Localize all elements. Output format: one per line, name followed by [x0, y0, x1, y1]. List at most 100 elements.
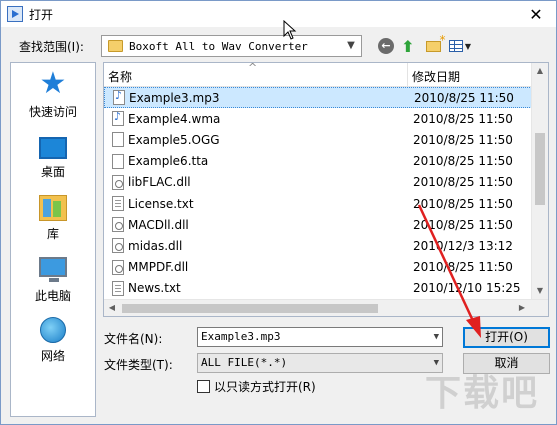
- file-date: 2010/8/25 11:50: [413, 111, 513, 126]
- back-button[interactable]: ←: [377, 37, 395, 55]
- network-icon: [40, 317, 66, 343]
- file-rows: Example3.mp3 2010/8/25 11:50 Example4.wma 2…: [104, 87, 532, 299]
- filename-input[interactable]: Example3.mp3 ▼: [197, 327, 443, 347]
- place-library[interactable]: 库: [11, 195, 95, 242]
- file-date: 2010/8/25 11:50: [413, 260, 513, 275]
- audio-file-icon: [113, 89, 125, 106]
- text-file-icon: [112, 280, 124, 296]
- file-name: License.txt: [128, 196, 194, 211]
- file-row[interactable]: libFLAC.dll 2010/8/25 11:50: [104, 172, 532, 193]
- column-header-date[interactable]: 修改日期: [412, 68, 460, 85]
- up-arrow-icon: ⬆: [401, 36, 415, 56]
- up-folder-button[interactable]: ⬆: [399, 36, 417, 56]
- place-label: 库: [46, 227, 59, 241]
- library-icon: [39, 195, 67, 221]
- file-row[interactable]: MACDll.dll 2010/8/25 11:50: [104, 214, 532, 235]
- dll-file-icon: [112, 174, 124, 190]
- place-desktop[interactable]: 桌面: [11, 133, 95, 180]
- place-this-pc[interactable]: 此电脑: [11, 253, 95, 304]
- place-label: 快速访问: [28, 105, 77, 119]
- column-separator[interactable]: [407, 63, 408, 87]
- filetype-label: 文件类型(T):: [104, 358, 173, 372]
- lookin-value: Boxoft All to Wav Converter: [129, 39, 308, 53]
- back-arrow-icon: ←: [378, 38, 394, 54]
- open-button[interactable]: 打开(O): [463, 327, 550, 348]
- file-row[interactable]: midas.dll 2010/12/3 13:12: [104, 235, 532, 256]
- vertical-scroll-thumb[interactable]: [535, 133, 545, 205]
- readonly-label: 以只读方式打开(R): [214, 380, 316, 394]
- filename-value: Example3.mp3: [201, 330, 281, 343]
- file-row[interactable]: News.txt 2010/12/10 15:25: [104, 278, 532, 299]
- dll-file-icon: [112, 217, 124, 233]
- horizontal-scroll-thumb[interactable]: [122, 304, 378, 313]
- file-row[interactable]: Example6.tta 2010/8/25 11:50: [104, 151, 532, 172]
- window-title: 打开: [29, 7, 54, 22]
- title-bar: 打开 ✕: [1, 1, 556, 27]
- places-bar: ★ 快速访问 桌面 库 此电脑 网络: [10, 62, 96, 417]
- vertical-scrollbar[interactable]: ▲ ▼: [531, 63, 548, 299]
- file-icon: [112, 132, 124, 148]
- lookin-label: 查找范围(I):: [19, 40, 84, 54]
- computer-icon: [39, 257, 67, 282]
- app-icon: [7, 6, 23, 22]
- new-folder-button[interactable]: [423, 33, 446, 55]
- scroll-left-icon[interactable]: ◀: [104, 300, 120, 316]
- chevron-down-icon[interactable]: ▼: [434, 328, 439, 346]
- filename-label: 文件名(N):: [104, 332, 163, 346]
- scroll-down-icon[interactable]: ▼: [532, 283, 548, 299]
- sort-ascending-icon: ^: [248, 62, 258, 74]
- file-date: 2010/8/25 11:50: [413, 217, 513, 232]
- place-quick-access[interactable]: ★ 快速访问: [11, 69, 95, 120]
- watermark: 下载吧: [425, 373, 540, 414]
- view-grid-icon: [448, 40, 463, 52]
- file-name: Example4.wma: [128, 111, 221, 126]
- chevron-down-icon[interactable]: ▼: [345, 40, 357, 52]
- file-name: News.txt: [128, 281, 181, 296]
- text-file-icon: [112, 196, 124, 212]
- file-row[interactable]: Example3.mp3 2010/8/25 11:50: [104, 87, 532, 109]
- filetype-select[interactable]: ALL FILE(*.*) ▼: [197, 353, 443, 373]
- close-button[interactable]: ✕: [516, 1, 556, 27]
- column-header-name[interactable]: 名称: [108, 68, 132, 85]
- lookin-combo[interactable]: Boxoft All to Wav Converter ▼: [101, 35, 362, 57]
- file-name: libFLAC.dll: [128, 175, 191, 190]
- file-date: 2010/8/25 11:50: [413, 132, 513, 147]
- file-date: 2010/12/3 13:12: [413, 238, 513, 253]
- file-name: MACDll.dll: [128, 217, 189, 232]
- file-date: 2010/8/25 11:50: [413, 175, 513, 190]
- file-date: 2010/8/25 11:50: [413, 196, 513, 211]
- file-list: ^ 名称 修改日期 Example3.mp32010/8/25 11:50Exa…: [103, 62, 549, 317]
- dll-file-icon: [112, 259, 124, 275]
- open-file-dialog: 打开 ✕ 查找范围(I): Boxoft All to Wav Converte…: [0, 0, 557, 425]
- file-icon: [112, 153, 124, 169]
- place-label: 桌面: [40, 165, 65, 179]
- place-network[interactable]: 网络: [11, 317, 95, 364]
- file-name: midas.dll: [128, 238, 183, 253]
- scroll-up-icon[interactable]: ▲: [532, 63, 548, 79]
- star-icon: ★: [39, 66, 67, 101]
- place-label: 此电脑: [34, 289, 71, 303]
- new-folder-icon: [425, 33, 446, 52]
- file-name: Example3.mp3: [129, 90, 220, 105]
- scroll-right-icon[interactable]: ▶: [514, 300, 530, 316]
- place-label: 网络: [40, 349, 65, 363]
- view-menu-button[interactable]: ▼: [447, 37, 473, 55]
- horizontal-scrollbar[interactable]: ◀ ▶: [104, 299, 548, 316]
- file-date: 2010/8/25 11:50: [414, 90, 514, 105]
- desktop-icon: [39, 137, 67, 159]
- filetype-value: ALL FILE(*.*): [201, 356, 288, 369]
- file-list-header: ^ 名称 修改日期: [104, 63, 532, 87]
- file-row[interactable]: MMPDF.dll 2010/8/25 11:50: [104, 257, 532, 278]
- file-row[interactable]: Example5.OGG 2010/8/25 11:50: [104, 129, 532, 150]
- file-date: 2010/12/10 15:25: [413, 281, 521, 296]
- chevron-down-icon: ▼: [464, 41, 472, 51]
- dll-file-icon: [112, 238, 124, 254]
- readonly-option[interactable]: 以只读方式打开(R): [197, 378, 316, 395]
- file-name: Example5.OGG: [128, 132, 220, 147]
- mouse-cursor-icon: [283, 20, 297, 40]
- file-row[interactable]: Example4.wma 2010/8/25 11:50: [104, 108, 532, 129]
- audio-file-icon: [112, 110, 124, 127]
- file-row[interactable]: License.txt 2010/8/25 11:50: [104, 193, 532, 214]
- readonly-checkbox[interactable]: [197, 380, 210, 393]
- file-name: Example6.tta: [128, 154, 209, 169]
